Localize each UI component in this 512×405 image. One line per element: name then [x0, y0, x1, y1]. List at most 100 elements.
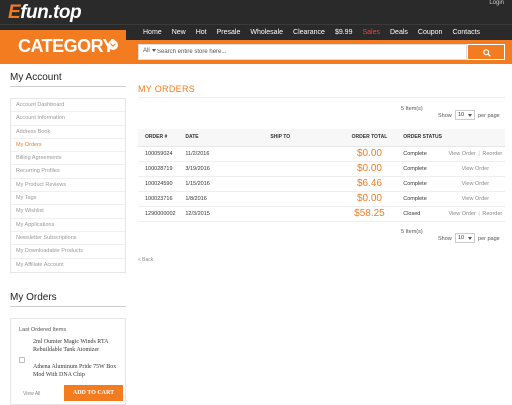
- header-order-number[interactable]: ORDER #: [138, 129, 181, 147]
- sidebar-item-newsletter-subscriptions[interactable]: Newsletter Subscriptions: [11, 232, 125, 246]
- order-status: Complete: [400, 191, 446, 207]
- nav-item-wholesale[interactable]: Wholesale: [245, 25, 288, 41]
- sidebar-item-my-affiliate-account[interactable]: My Affiliate Account: [11, 259, 125, 272]
- add-to-cart-button[interactable]: ADD TO CART: [64, 385, 123, 401]
- order-total: $58.25: [338, 206, 401, 222]
- order-total: $0.00: [338, 191, 401, 207]
- view-order-link[interactable]: View Order: [448, 151, 475, 157]
- caret-down-icon: [468, 237, 472, 240]
- login-link[interactable]: Login: [489, 0, 504, 6]
- nav-item-deals[interactable]: Deals: [385, 25, 413, 41]
- order-date: 3/19/2016: [180, 161, 222, 177]
- nav-item-9-99[interactable]: $9.99: [330, 25, 358, 41]
- table-row: 100059024 11/2/2016 $0.00 Complete View Orde…: [138, 146, 505, 162]
- header-date[interactable]: DATE: [180, 129, 222, 147]
- table-row: 100023716 1/8/2016 $0.00 Complete View Order: [138, 191, 505, 207]
- sidebar-item-address-book[interactable]: Address Book: [11, 126, 125, 139]
- recent-product[interactable]: Athena Aluminum Pride 75W Box Mod With D…: [33, 363, 123, 379]
- recent-orders-box: Last Ordered Items 2ml Oumier Magic Wind…: [10, 318, 126, 405]
- order-total: $6.46: [338, 176, 401, 192]
- sidebar-item-my-wishlist[interactable]: My Wishlist: [11, 205, 125, 219]
- header-order-status[interactable]: ORDER STATUS: [400, 129, 446, 147]
- sidebar-item-account-dashboard[interactable]: Account Dashboard: [11, 99, 125, 113]
- view-order-link[interactable]: View Order: [462, 166, 489, 172]
- items-count: 5 Item(s): [401, 229, 423, 235]
- show-label: Show: [438, 236, 452, 242]
- order-number: 100028719: [138, 161, 181, 177]
- sidebar-item-my-tags[interactable]: My Tags: [11, 192, 125, 206]
- order-number: 100059024: [138, 146, 181, 162]
- per-page-value: 10: [458, 235, 465, 241]
- nav-item-presale[interactable]: Presale: [212, 25, 246, 41]
- chevron-down-icon[interactable]: [108, 40, 118, 50]
- search-box: All: [138, 44, 467, 60]
- view-order-link[interactable]: View Order: [448, 211, 475, 217]
- recent-product[interactable]: 2ml Oumier Magic Winds RTA Rebuildable T…: [33, 338, 123, 354]
- nav-item-new[interactable]: New: [167, 25, 191, 41]
- per-page-select[interactable]: 10: [455, 110, 475, 120]
- sidebar-item-my-product-reviews[interactable]: My Product Reviews: [11, 179, 125, 193]
- logo-main: fun.top: [20, 2, 82, 23]
- items-count: 5 Item(s): [401, 106, 423, 112]
- order-date: 11/2/2016: [180, 146, 222, 162]
- table-row: 1290000002 12/3/2015 $58.25 Closed View Orde…: [138, 206, 505, 222]
- orders-table: ORDER # DATE SHIP TO ORDER TOTAL ORDER S…: [138, 129, 505, 222]
- ship-to: [221, 176, 339, 192]
- order-actions: View Order: [445, 191, 505, 207]
- per-page-value: 10: [458, 112, 465, 118]
- search-scope-label: All: [143, 48, 150, 54]
- header-actions: [445, 129, 505, 147]
- order-number: 1290000002: [138, 206, 181, 222]
- caret-down-icon: [151, 48, 156, 52]
- back-link[interactable]: « Back: [138, 257, 153, 263]
- order-number: 100023716: [138, 191, 181, 207]
- header-ship-to[interactable]: SHIP TO: [221, 129, 339, 147]
- order-date: 12/3/2015: [180, 206, 222, 222]
- per-page-select[interactable]: 10: [455, 233, 475, 243]
- my-account-title: My Account: [10, 72, 62, 83]
- view-order-link[interactable]: View Order: [462, 181, 489, 187]
- order-number: 100024590: [138, 176, 181, 192]
- logo-prefix: E: [8, 2, 21, 23]
- nav-item-clearance[interactable]: Clearance: [288, 25, 330, 41]
- divider: [138, 97, 505, 98]
- search-scope-select[interactable]: All: [143, 48, 156, 54]
- order-total: $0.00: [338, 146, 401, 162]
- search-button[interactable]: [467, 44, 505, 60]
- sidebar-item-recurring-profiles[interactable]: Recurring Profiles: [11, 165, 125, 179]
- order-date: 1/15/2016: [180, 176, 222, 192]
- sidebar-item-my-applications[interactable]: My Applications: [11, 219, 125, 232]
- reorder-link[interactable]: Reorder: [482, 211, 502, 217]
- sidebar-item-account-information[interactable]: Account Information: [11, 112, 125, 126]
- view-order-link[interactable]: View Order: [462, 196, 489, 202]
- header-order-total[interactable]: ORDER TOTAL: [338, 129, 401, 147]
- caret-down-icon: [468, 114, 472, 117]
- sidebar-item-my-downloadable-products[interactable]: My Downloadable Products: [11, 245, 125, 259]
- ship-to: [221, 161, 339, 177]
- reorder-link[interactable]: Reorder: [482, 151, 502, 157]
- order-status: Closed: [400, 206, 446, 222]
- order-actions: View Order | Reorder: [445, 146, 505, 162]
- divider: [10, 86, 126, 87]
- sidebar-item-my-orders[interactable]: My Orders: [11, 139, 125, 153]
- sidebar-item-billing-agreements[interactable]: Billing Agreements: [11, 152, 125, 166]
- order-status: Complete: [400, 146, 446, 162]
- search-input[interactable]: [157, 45, 457, 59]
- reorder-checkbox[interactable]: [19, 357, 25, 363]
- nav-item-contacts[interactable]: Contacts: [447, 25, 485, 41]
- per-page-label: per page: [478, 236, 500, 242]
- site-logo[interactable]: Efun.top: [8, 2, 82, 24]
- view-all-link[interactable]: View All: [23, 391, 40, 397]
- recent-heading: Last Ordered Items: [19, 327, 67, 333]
- ship-to: [221, 191, 339, 207]
- ship-to: [221, 146, 339, 162]
- nav-item-coupon[interactable]: Coupon: [413, 25, 448, 41]
- order-status: Complete: [400, 176, 446, 192]
- nav-item-home[interactable]: Home: [138, 25, 167, 41]
- my-orders-title: My Orders: [10, 292, 57, 303]
- order-actions: View Order | Reorder: [445, 206, 505, 222]
- table-row: 100028719 3/19/2016 $0.00 Complete View Orde…: [138, 161, 505, 177]
- nav-item-hot[interactable]: Hot: [191, 25, 212, 41]
- nav-item-sales[interactable]: Sales: [357, 25, 385, 41]
- order-actions: View Order: [445, 176, 505, 192]
